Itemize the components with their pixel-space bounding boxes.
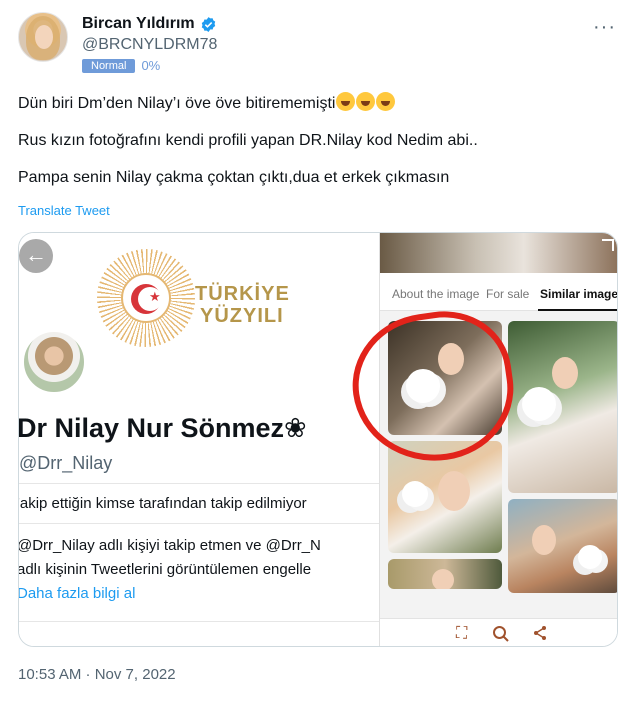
tweet-line-1-text: Dün biri Dm’den Nilay’ı öve öve bitireme…	[18, 95, 336, 112]
cotton-candy-shape	[578, 545, 602, 569]
face-shape	[532, 525, 556, 555]
share-icon-svg	[534, 626, 546, 640]
block-info-line-2: adlı kişinin Tweetlerini görüntülemen en…	[18, 561, 312, 578]
tweet-media-image[interactable]: ← ★ TÜRKİYE YÜZYILI Dr Nilay Nur Sönmez❀…	[18, 232, 618, 647]
author-display-name[interactable]: Bircan Yıldırım	[82, 15, 195, 33]
laughing-emoji-icon	[356, 92, 376, 111]
more-icon[interactable]: ···	[593, 16, 616, 39]
turkiye-yuzyili-logo: ★	[97, 249, 195, 347]
verified-badge-icon	[201, 16, 215, 32]
percent-value: 0%	[141, 58, 161, 73]
laughing-emoji-icon	[336, 92, 356, 111]
laughing-emoji-icon	[376, 92, 396, 111]
tab-similar-images: Similar images	[540, 287, 618, 301]
author-handle[interactable]: @BRCNYLDRM78	[82, 36, 217, 54]
star-icon: ★	[149, 289, 161, 304]
logo-text-line1: TÜRKİYE	[195, 283, 290, 305]
block-info-line-1: @Drr_Nilay adlı kişiyi takip etmen ve @D…	[18, 537, 321, 554]
author-name-row[interactable]: Bircan Yıldırım	[82, 15, 217, 33]
blocked-notice: 'akip ettiğin kimse tarafından takip edi…	[18, 495, 307, 512]
similar-image-2	[508, 321, 617, 493]
back-arrow-icon: ←	[19, 239, 53, 273]
cotton-candy-shape	[402, 481, 428, 507]
profile-name: Dr Nilay Nur Sönmez❀	[18, 413, 307, 443]
logo-text: TÜRKİYE YÜZYILI	[195, 283, 290, 327]
profile-avatar	[21, 329, 87, 395]
similar-image-4	[508, 499, 617, 593]
search-icon-svg	[493, 626, 509, 642]
tweet-text: Dün biri Dm’den Nilay’ı öve öve bitireme…	[18, 92, 618, 204]
divider	[19, 621, 379, 622]
active-tab-indicator	[538, 309, 617, 311]
cotton-candy-shape	[522, 387, 556, 421]
tweet-line-3: Pampa senin Nilay çakma çoktan çıktı,dua…	[18, 169, 450, 186]
author-avatar[interactable]	[18, 12, 68, 62]
tweet-line-2: Rus kızın fotoğrafını kendi profili yapa…	[18, 132, 478, 149]
avatar-face	[35, 25, 53, 49]
face-shape	[552, 357, 578, 389]
tab-about-image: About the image	[392, 287, 480, 301]
search-icon	[492, 625, 510, 646]
crop-corner-icon	[602, 239, 614, 251]
lens-tabs: About the image For sale Similar images	[380, 273, 618, 311]
crop-icon: ⛶	[456, 625, 468, 642]
tab-for-sale: For sale	[486, 287, 530, 301]
tweet-timestamp[interactable]: 10:53 AM · Nov 7, 2022	[18, 666, 176, 683]
learn-more-link: Daha fazla bilgi al	[18, 585, 136, 602]
logo-text-line2: YÜZYILI	[200, 305, 284, 327]
translate-tweet-link[interactable]: Translate Tweet	[18, 203, 110, 218]
face-shape	[438, 471, 470, 511]
top-image-strip	[380, 233, 617, 273]
face-shape	[432, 569, 454, 589]
share-icon	[532, 625, 548, 646]
logo-core: ★	[121, 273, 171, 323]
tweet-header: Bircan Yıldırım @BRCNYLDRM78 Normal 0% ·…	[18, 12, 618, 73]
lens-toolbar: ⛶	[380, 618, 617, 646]
similar-image-5	[388, 559, 502, 589]
profile-handle: @Drr_Nilay	[19, 453, 113, 473]
divider	[19, 483, 379, 484]
badge-row: Normal 0%	[82, 58, 160, 73]
screenshot-profile-panel: ← ★ TÜRKİYE YÜZYILI Dr Nilay Nur Sönmez❀…	[18, 233, 379, 646]
status-badge: Normal	[82, 58, 136, 73]
tweet-line-1: Dün biri Dm’den Nilay’ı öve öve bitireme…	[18, 92, 618, 114]
divider	[19, 523, 379, 524]
